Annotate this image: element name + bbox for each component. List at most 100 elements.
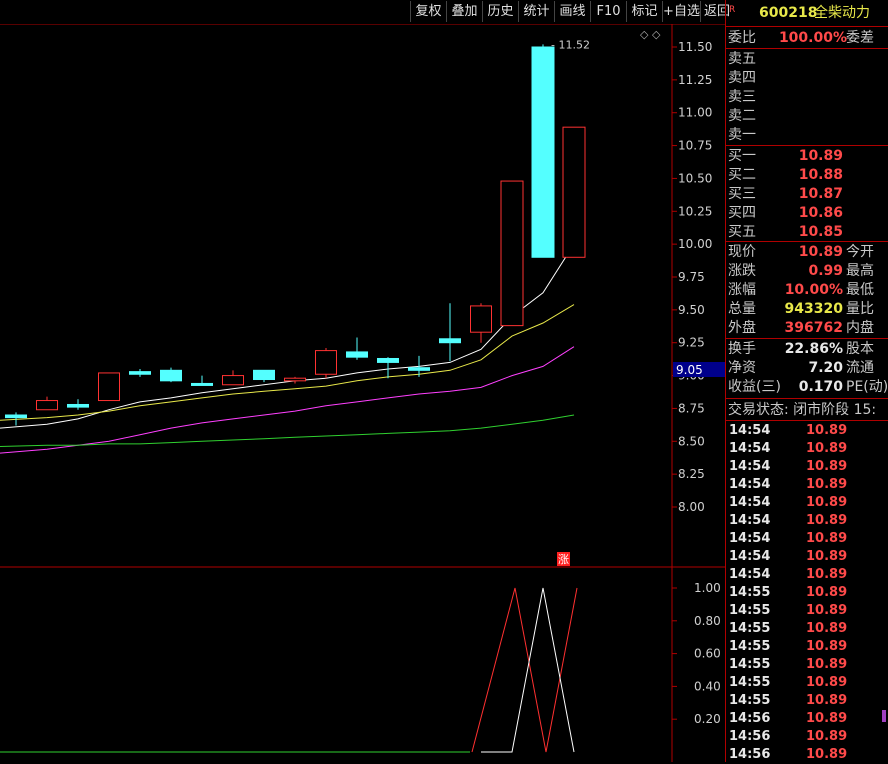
stat2-1-label: 净资	[728, 360, 756, 376]
tick-price: 10.89	[806, 567, 848, 582]
weibi-label: 委比	[728, 30, 756, 46]
tick-row: 14:55 10.89	[726, 656, 888, 674]
tick-row: 14:54 10.89	[726, 494, 888, 512]
stat-0-label: 现价	[728, 244, 756, 260]
tick-row: 14:54 10.89	[726, 566, 888, 584]
stat2-0-row: 换手 22.86% 股本	[726, 340, 888, 359]
stat-3-label2: 量比	[846, 301, 874, 317]
toolbar-button-4[interactable]: 画线	[554, 1, 590, 22]
zhang-badge: 涨	[558, 553, 569, 566]
candle-body	[98, 372, 120, 402]
toolbar-button-5[interactable]: F10	[590, 1, 626, 22]
sub-tick-label: 0.60	[694, 647, 721, 661]
candle-body	[253, 369, 275, 381]
tick-price: 10.89	[806, 729, 848, 744]
ma-line-0	[0, 243, 575, 429]
stat-0-value: 10.89	[798, 244, 843, 260]
stock-name: 全柴动力	[814, 5, 870, 21]
tick-price: 10.89	[806, 423, 848, 438]
candle-body	[377, 357, 399, 363]
buy-level-3-row: 买三 10.87	[726, 185, 888, 204]
toolbar-button-3[interactable]: 统计	[518, 1, 554, 22]
tick-row: 14:54 10.89	[726, 458, 888, 476]
ma-line-2	[0, 346, 575, 454]
tick-time: 14:56	[729, 747, 771, 762]
tick-price: 10.89	[806, 531, 848, 546]
tick-row: 14:55 10.89	[726, 638, 888, 656]
stat-2-value: 10.00%	[784, 282, 843, 298]
sell-level-4-label: 卖四	[728, 70, 756, 86]
buy-level-4-row: 买四 10.86	[726, 204, 888, 223]
stat2-2-value: 0.170	[798, 379, 843, 395]
buy-level-3-label: 买三	[728, 186, 756, 202]
stat-2-row: 涨幅 10.00% 最低	[726, 281, 888, 300]
tick-price: 10.89	[806, 459, 848, 474]
tick-time: 14:55	[729, 585, 771, 600]
tick-row: 14:56 10.89	[726, 710, 888, 728]
tick-time: 14:54	[729, 531, 771, 546]
buy-level-3-value: 10.87	[798, 186, 843, 202]
tick-row: 14:56 10.89	[726, 746, 888, 764]
tick-time: 14:56	[729, 729, 771, 744]
stat-1-label: 涨跌	[728, 263, 756, 279]
sub-line-0	[471, 587, 578, 753]
toolbar-button-0[interactable]: 复权	[410, 1, 446, 22]
sell-level-3-label: 卖三	[728, 89, 756, 105]
stat2-1-value: 7.20	[808, 360, 843, 376]
stock-header: R 600218 全柴动力	[726, 4, 888, 24]
stat2-1-label2: 流通	[846, 360, 874, 376]
buy-level-2-row: 买二 10.88	[726, 166, 888, 185]
candle-body	[36, 400, 58, 411]
sub-tick-label: 0.80	[694, 614, 721, 628]
divider	[726, 398, 888, 399]
candle-body	[315, 350, 337, 375]
price-tick-label: 11.50	[678, 40, 712, 54]
toolbar-button-1[interactable]: 叠加	[446, 1, 482, 22]
tick-time: 14:54	[729, 477, 771, 492]
buy-level-4-value: 10.86	[798, 205, 843, 221]
toolbar-button-7[interactable]: +自选	[662, 1, 700, 22]
kline-chart[interactable]: 11.50 11.25 11.00 10.75 10.50 10.25 10.00 9.75 9…	[0, 24, 725, 762]
tick-time: 14:54	[729, 441, 771, 456]
sell-level-5-label: 卖五	[728, 51, 756, 67]
tick-price: 10.89	[806, 711, 848, 726]
buy-level-2-label: 买二	[728, 167, 756, 183]
candle-body	[284, 377, 306, 382]
trade-status: 交易状态: 闭市阶段 15:	[728, 402, 877, 418]
quote-panel: R 600218 全柴动力 委比 100.00% 委差 交易状态: 闭市阶段 1…	[725, 0, 888, 762]
price-tick-label: 10.25	[678, 204, 712, 218]
sell-level-5-row: 卖五	[726, 50, 888, 69]
tick-time: 14:55	[729, 657, 771, 672]
candle-body	[470, 305, 492, 333]
weibi-row: 委比 100.00% 委差	[726, 29, 888, 48]
stat2-2-row: 收益(三) 0.170 PE(动)	[726, 378, 888, 397]
stat2-2-label: 收益(三)	[728, 379, 781, 395]
tick-time: 14:54	[729, 549, 771, 564]
stat2-2-label2: PE(动)	[846, 379, 888, 395]
candle-body	[500, 180, 524, 327]
stat-0-row: 现价 10.89 今开	[726, 243, 888, 262]
tick-row: 14:55 10.89	[726, 674, 888, 692]
sell-level-2-label: 卖二	[728, 108, 756, 124]
stat-4-label2: 内盘	[846, 320, 874, 336]
divider	[726, 48, 888, 49]
stock-code: 600218	[759, 5, 818, 21]
stat-1-label2: 最高	[846, 263, 874, 279]
buy-level-1-value: 10.89	[798, 148, 843, 164]
price-tick-label: 8.25	[678, 467, 705, 481]
price-tick-label: 11.00	[678, 106, 712, 120]
tick-row: 14:55 10.89	[726, 584, 888, 602]
candle-body	[67, 403, 89, 408]
stat-4-row: 外盘 396762 内盘	[726, 319, 888, 338]
tick-price: 10.89	[806, 639, 848, 654]
tick-price: 10.89	[806, 477, 848, 492]
trade-status-row: 交易状态: 闭市阶段 15:	[726, 401, 888, 420]
toolbar-button-2[interactable]: 历史	[482, 1, 518, 22]
stat2-1-row: 净资 7.20 流通	[726, 359, 888, 378]
toolbar-button-6[interactable]: 标记	[626, 1, 662, 22]
tick-time: 14:55	[729, 639, 771, 654]
candle-body	[191, 382, 213, 386]
stat-1-row: 涨跌 0.99 最高	[726, 262, 888, 281]
tick-time: 14:54	[729, 495, 771, 510]
stat-4-value: 396762	[784, 320, 843, 336]
